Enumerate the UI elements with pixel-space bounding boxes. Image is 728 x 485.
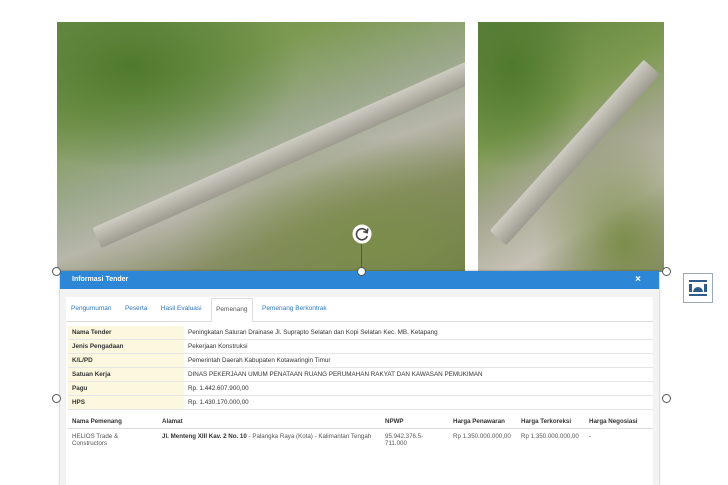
winner-corrected-price: Rp 1.350.000.000,00 [521, 433, 579, 440]
resize-handle-middle-left[interactable] [52, 394, 61, 403]
column-header: Nama Pemenang [68, 415, 158, 429]
info-key: Jenis Pengadaan [68, 339, 184, 354]
drainage-photo-right[interactable] [478, 22, 664, 272]
info-value: Pekerjaan Konstruksi [184, 339, 653, 354]
table-row: Pagu Rp. 1.442.607.900,00 [68, 381, 653, 396]
dialog-title: Informasi Tender [72, 276, 129, 283]
tab-pemenang-berkontrak[interactable]: Pemenang Berkontrak [258, 297, 331, 321]
layout-options-icon[interactable] [683, 273, 713, 303]
rotate-handle-line [361, 244, 362, 268]
resize-handle-middle-right[interactable] [662, 394, 671, 403]
address-city: - Palangka Raya (Kota) - Kalimantan Teng… [246, 433, 372, 440]
winner-npwp: 95.942.376.5-711.000 [385, 433, 424, 447]
column-header: NPWP [381, 415, 449, 429]
table-row: Nama Tender Peningkatan Saluran Drainase… [68, 326, 653, 340]
grass-area [533, 134, 664, 272]
tab-pengumuman[interactable]: Pengumuman [67, 297, 115, 321]
info-value: DINAS PEKERJAAN UMUM PENATAAN RUANG PERU… [184, 367, 653, 382]
info-key: HPS [68, 395, 184, 410]
column-header: Harga Negosiasi [585, 415, 653, 429]
info-value: Pemerintah Daerah Kabupaten Kotawaringin… [184, 353, 653, 368]
tab-peserta[interactable]: Peserta [121, 297, 151, 321]
winner-name: HELIOS Trade & Constructors [72, 433, 119, 447]
table-row: K/L/PD Pemerintah Daerah Kabupaten Kotaw… [68, 353, 653, 368]
tab-hasil-evaluasi[interactable]: Hasil Evaluasi [157, 297, 206, 321]
resize-handle-top-right[interactable] [662, 267, 671, 276]
close-icon[interactable]: × [635, 271, 641, 289]
tab-pemenang[interactable]: Pemenang [211, 298, 253, 322]
table-row: Satuan Kerja DINAS PEKERJAAN UMUM PENATA… [68, 367, 653, 382]
tender-info-dialog: Informasi Tender × Pengumuman Peserta Ha… [60, 271, 659, 485]
grass-area [179, 134, 465, 272]
info-key: K/L/PD [68, 353, 184, 368]
info-value: Rp. 1.442.607.900,00 [184, 381, 653, 396]
rotate-icon[interactable] [352, 224, 372, 244]
info-value: Rp. 1.430.170.000,00 [184, 395, 653, 410]
column-header: Alamat [158, 415, 381, 429]
tender-info-table: Nama Tender Peningkatan Saluran Drainase… [68, 326, 653, 410]
winners-table: Nama Pemenang Alamat NPWP Harga Penawara… [68, 415, 653, 451]
column-header: Harga Penawaran [449, 415, 517, 429]
resize-handle-top-center[interactable] [357, 267, 366, 276]
winner-negotiated-price: - [589, 433, 592, 440]
info-key: Pagu [68, 381, 184, 396]
info-key: Satuan Kerja [68, 367, 184, 382]
info-value: Peningkatan Saluran Drainase Jl. Suprapt… [184, 326, 653, 340]
tab-bar: Pengumuman Peserta Hasil Evaluasi Pemena… [66, 297, 653, 322]
resize-handle-top-left[interactable] [52, 267, 61, 276]
table-header-row: Nama Pemenang Alamat NPWP Harga Penawara… [68, 415, 653, 429]
table-row: HPS Rp. 1.430.170.000,00 [68, 395, 653, 410]
winner-address: Jl. Menteng XIII Kav. 2 No. 10 - Palangk… [158, 429, 381, 452]
dialog-body: Pengumuman Peserta Hasil Evaluasi Pemena… [66, 297, 653, 485]
column-header: Harga Terkoreksi [517, 415, 585, 429]
table-row: Jenis Pengadaan Pekerjaan Konstruksi [68, 339, 653, 354]
table-row: HELIOS Trade & Constructors Jl. Menteng … [68, 429, 653, 452]
drainage-photo-left[interactable] [57, 22, 465, 272]
address-street: Jl. Menteng XIII Kav. 2 No. 10 [162, 433, 247, 440]
info-key: Nama Tender [68, 326, 184, 340]
winner-offer-price: Rp 1.350.000.000,00 [453, 433, 511, 440]
